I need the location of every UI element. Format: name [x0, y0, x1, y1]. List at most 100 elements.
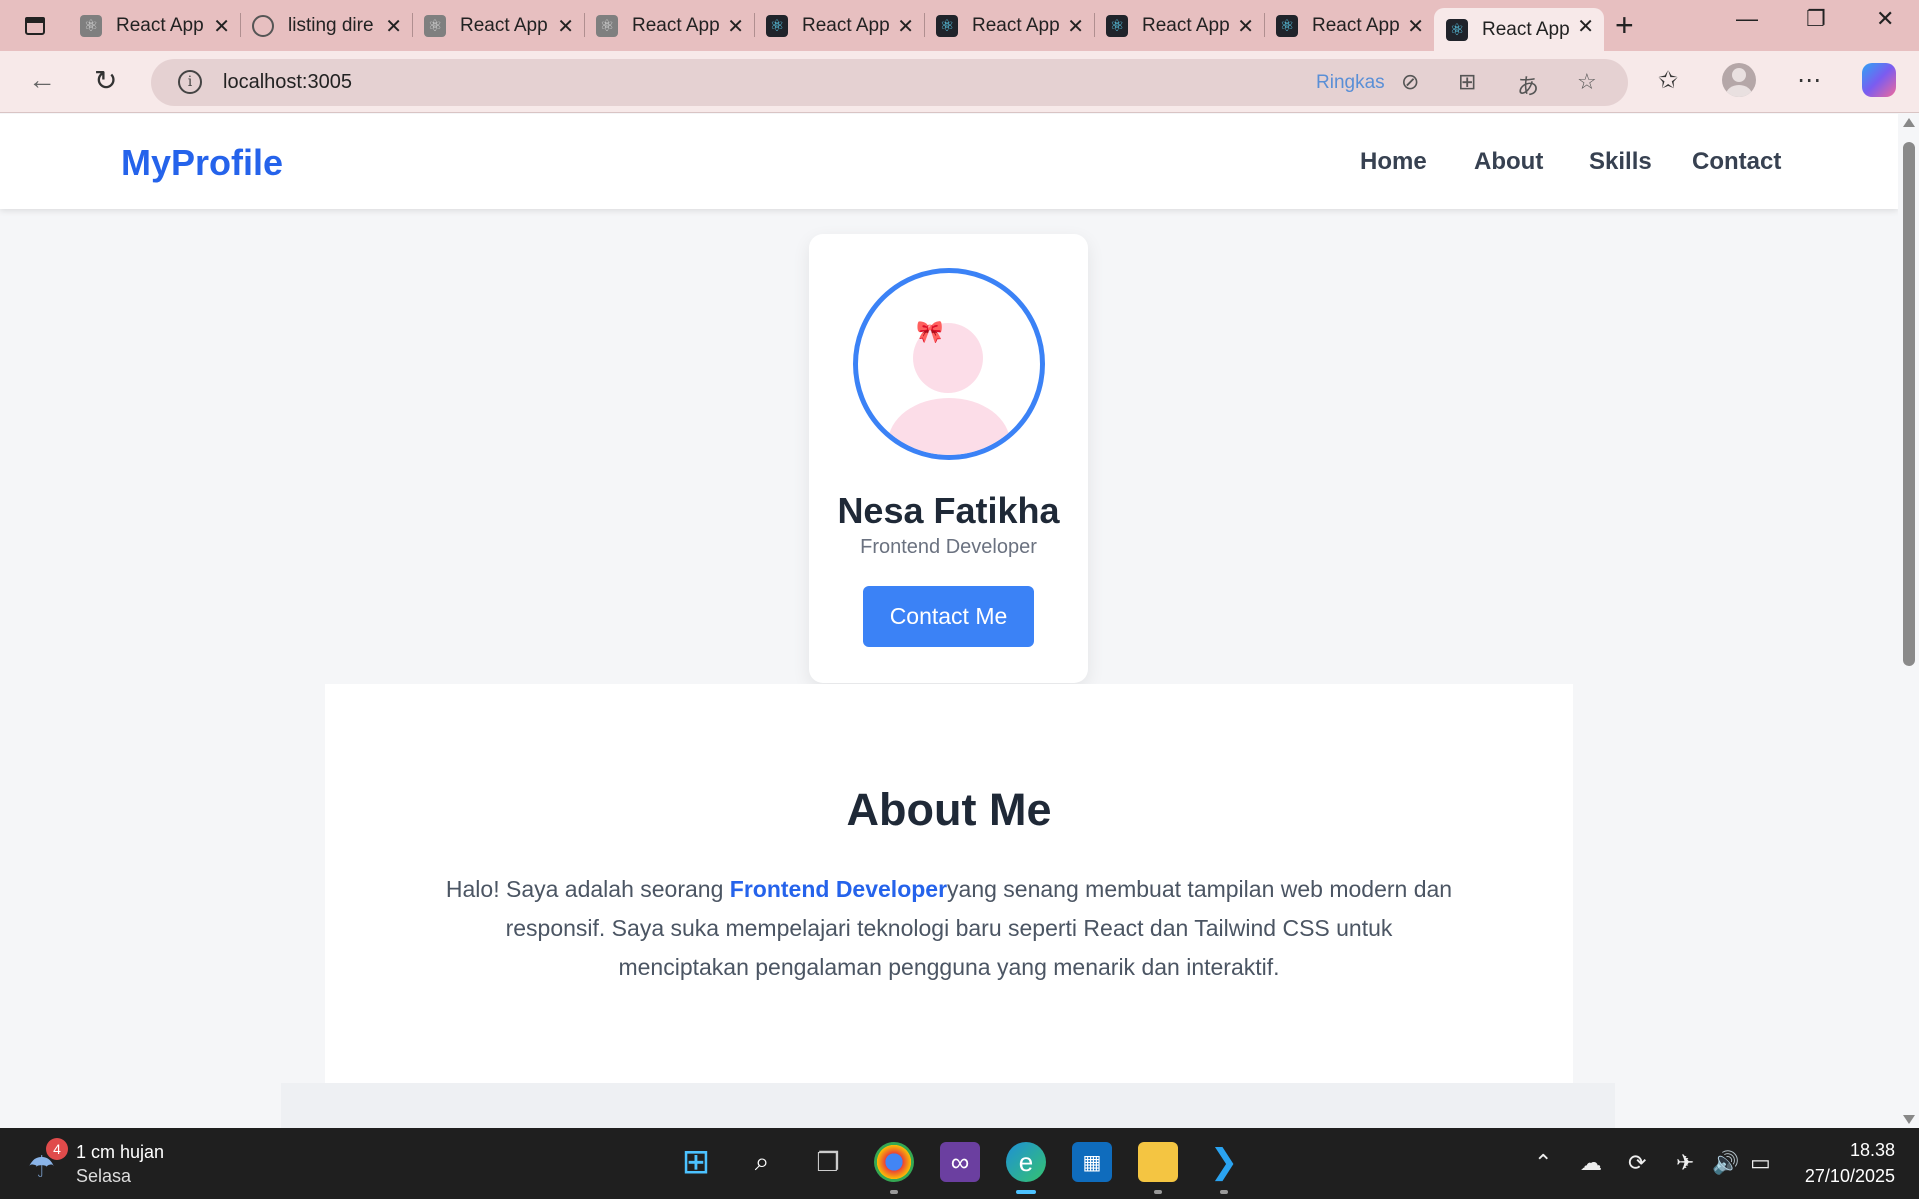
react-gray-icon: ⚛ [424, 14, 446, 37]
sync-icon[interactable]: ⟳ [1628, 1150, 1646, 1176]
avatar: 🎀 [853, 268, 1045, 460]
profile-card: 🎀 Nesa Fatikha Frontend Developer Contac… [809, 234, 1088, 683]
clock-time[interactable]: 18.38 [1845, 1140, 1895, 1161]
profile-role: Frontend Developer [860, 536, 1037, 558]
close-tab-icon[interactable]: ✕ [1067, 14, 1084, 39]
close-tab-icon[interactable]: ✕ [897, 14, 914, 39]
browser-tab[interactable]: ⚛ React App ✕ [1094, 8, 1264, 43]
vscode-icon[interactable]: ❯ [1204, 1142, 1244, 1194]
globe-icon [252, 14, 274, 37]
page-scrollbar[interactable] [1898, 114, 1919, 1128]
tab-title: React App [116, 14, 204, 36]
windows-taskbar: ☂ 4 1 cm hujan Selasa ⊞ ⌕ ❐ ∞ e ▦ ❯ ⌃ ☁ … [0, 1128, 1919, 1199]
search-icon[interactable]: ⌕ [742, 1142, 782, 1182]
nav-link-home[interactable]: Home [1360, 148, 1427, 176]
react-icon: ⚛ [936, 14, 958, 37]
react-gray-icon: ⚛ [596, 14, 618, 37]
tab-title: listing dire [288, 14, 374, 36]
close-tab-icon[interactable]: ✕ [1237, 14, 1254, 39]
tab-title: React App [1482, 18, 1570, 40]
more-options-icon[interactable]: ⋯ [1797, 66, 1821, 95]
browser-toolbar: ← ↻ i localhost:3005 Ringkas ⊘ ⊞ あ ☆ ✩ ⋯ [0, 51, 1919, 113]
new-tab-icon[interactable]: + [1615, 8, 1634, 42]
close-tab-icon[interactable]: ✕ [213, 14, 230, 39]
back-icon[interactable]: ← [28, 64, 56, 96]
about-text: Halo! Saya adalah seorang Frontend Devel… [445, 870, 1453, 987]
close-tab-icon[interactable]: ✕ [1577, 14, 1594, 39]
minimize-icon[interactable]: — [1736, 6, 1758, 32]
about-section: About Me Halo! Saya adalah seorang Front… [325, 684, 1573, 1086]
nav-link-contact[interactable]: Contact [1692, 148, 1781, 176]
browser-tab[interactable]: listing dire ✕ [240, 8, 412, 43]
file-explorer-icon[interactable] [1138, 1142, 1178, 1194]
translate-icon[interactable]: あ [1517, 69, 1539, 101]
weather-day[interactable]: Selasa [76, 1166, 131, 1187]
onedrive-icon[interactable]: ☁ [1580, 1150, 1602, 1176]
close-tab-icon[interactable]: ✕ [385, 14, 402, 39]
browser-tab[interactable]: ⚛ React App ✕ [412, 8, 584, 43]
profile-name: Nesa Fatikha [837, 490, 1060, 531]
restore-icon[interactable]: ❐ [1806, 6, 1826, 32]
notification-badge: 4 [46, 1138, 68, 1160]
next-section-edge [281, 1083, 1615, 1128]
copilot-icon[interactable] [1862, 63, 1896, 97]
clock-date[interactable]: 27/10/2025 [1797, 1166, 1895, 1187]
chrome-icon[interactable] [874, 1142, 914, 1194]
scroll-down-icon[interactable] [1903, 1115, 1915, 1124]
favorite-star-icon[interactable]: ☆ [1577, 69, 1597, 95]
site-header: MyProfile Home About Skills Contact [0, 114, 1898, 209]
summarize-icon[interactable]: ⊘ [1401, 69, 1419, 95]
favorites-icon[interactable]: ✩ [1658, 66, 1678, 95]
scroll-up-icon[interactable] [1903, 118, 1915, 127]
apps-icon[interactable]: ⊞ [1458, 69, 1476, 95]
about-highlight: Frontend Developer [729, 876, 948, 902]
close-tab-icon[interactable]: ✕ [727, 14, 744, 39]
tab-title: React App [1312, 14, 1400, 36]
contact-me-button[interactable]: Contact Me [863, 586, 1034, 647]
close-window-icon[interactable]: ✕ [1876, 6, 1894, 32]
browser-tab[interactable]: ⚛ React App ✕ [68, 8, 240, 43]
profile-avatar-icon[interactable] [1722, 63, 1756, 97]
bow-icon: 🎀 [916, 319, 944, 344]
volume-icon[interactable]: 🔊 [1712, 1150, 1739, 1176]
nav-link-skills[interactable]: Skills [1589, 148, 1652, 176]
scroll-thumb[interactable] [1903, 142, 1915, 666]
info-icon[interactable]: i [178, 70, 202, 94]
site-logo[interactable]: MyProfile [121, 142, 283, 184]
react-icon: ⚛ [1106, 14, 1128, 37]
close-tab-icon[interactable]: ✕ [1407, 14, 1424, 39]
visual-studio-icon[interactable]: ∞ [940, 1142, 980, 1182]
battery-icon[interactable]: ▭ [1750, 1150, 1771, 1176]
tab-title: React App [460, 14, 548, 36]
tab-actions-icon[interactable] [20, 12, 50, 40]
browser-tab[interactable]: ⚛ React App ✕ [1264, 8, 1434, 43]
browser-tab[interactable]: ⚛ React App ✕ [924, 8, 1094, 43]
browser-tab[interactable]: ⚛ React App ✕ [584, 8, 754, 43]
react-icon: ⚛ [1276, 14, 1298, 37]
react-icon: ⚛ [766, 14, 788, 37]
about-heading: About Me [846, 784, 1052, 835]
react-icon: ⚛ [1446, 18, 1468, 41]
task-view-icon[interactable]: ❐ [808, 1142, 848, 1182]
url-text[interactable]: localhost:3005 [223, 71, 352, 94]
tab-title: React App [1142, 14, 1230, 36]
tab-title: React App [972, 14, 1060, 36]
tab-title: React App [802, 14, 890, 36]
store-icon[interactable]: ▦ [1072, 1142, 1112, 1182]
edge-icon[interactable]: e [1006, 1142, 1046, 1194]
summarize-button[interactable]: Ringkas [1316, 72, 1385, 94]
address-bar[interactable]: i localhost:3005 Ringkas ⊘ ⊞ あ ☆ [151, 59, 1628, 106]
close-tab-icon[interactable]: ✕ [557, 14, 574, 39]
avatar-body [888, 398, 1010, 455]
show-hidden-icons[interactable]: ⌃ [1534, 1150, 1552, 1176]
reload-icon[interactable]: ↻ [94, 64, 117, 97]
nav-link-about[interactable]: About [1474, 148, 1543, 176]
weather-text[interactable]: 1 cm hujan [76, 1142, 164, 1163]
browser-tab-strip: ⚛ React App ✕ listing dire ✕ ⚛ React App… [0, 0, 1919, 51]
start-icon[interactable]: ⊞ [676, 1142, 716, 1182]
browser-tab[interactable]: ⚛ React App ✕ [754, 8, 924, 43]
airplane-mode-icon[interactable]: ✈ [1676, 1150, 1694, 1176]
browser-tab-active[interactable]: ⚛ React App ✕ [1434, 8, 1604, 51]
about-text-start: Halo! Saya adalah seorang [445, 876, 730, 902]
tab-title: React App [632, 14, 720, 36]
